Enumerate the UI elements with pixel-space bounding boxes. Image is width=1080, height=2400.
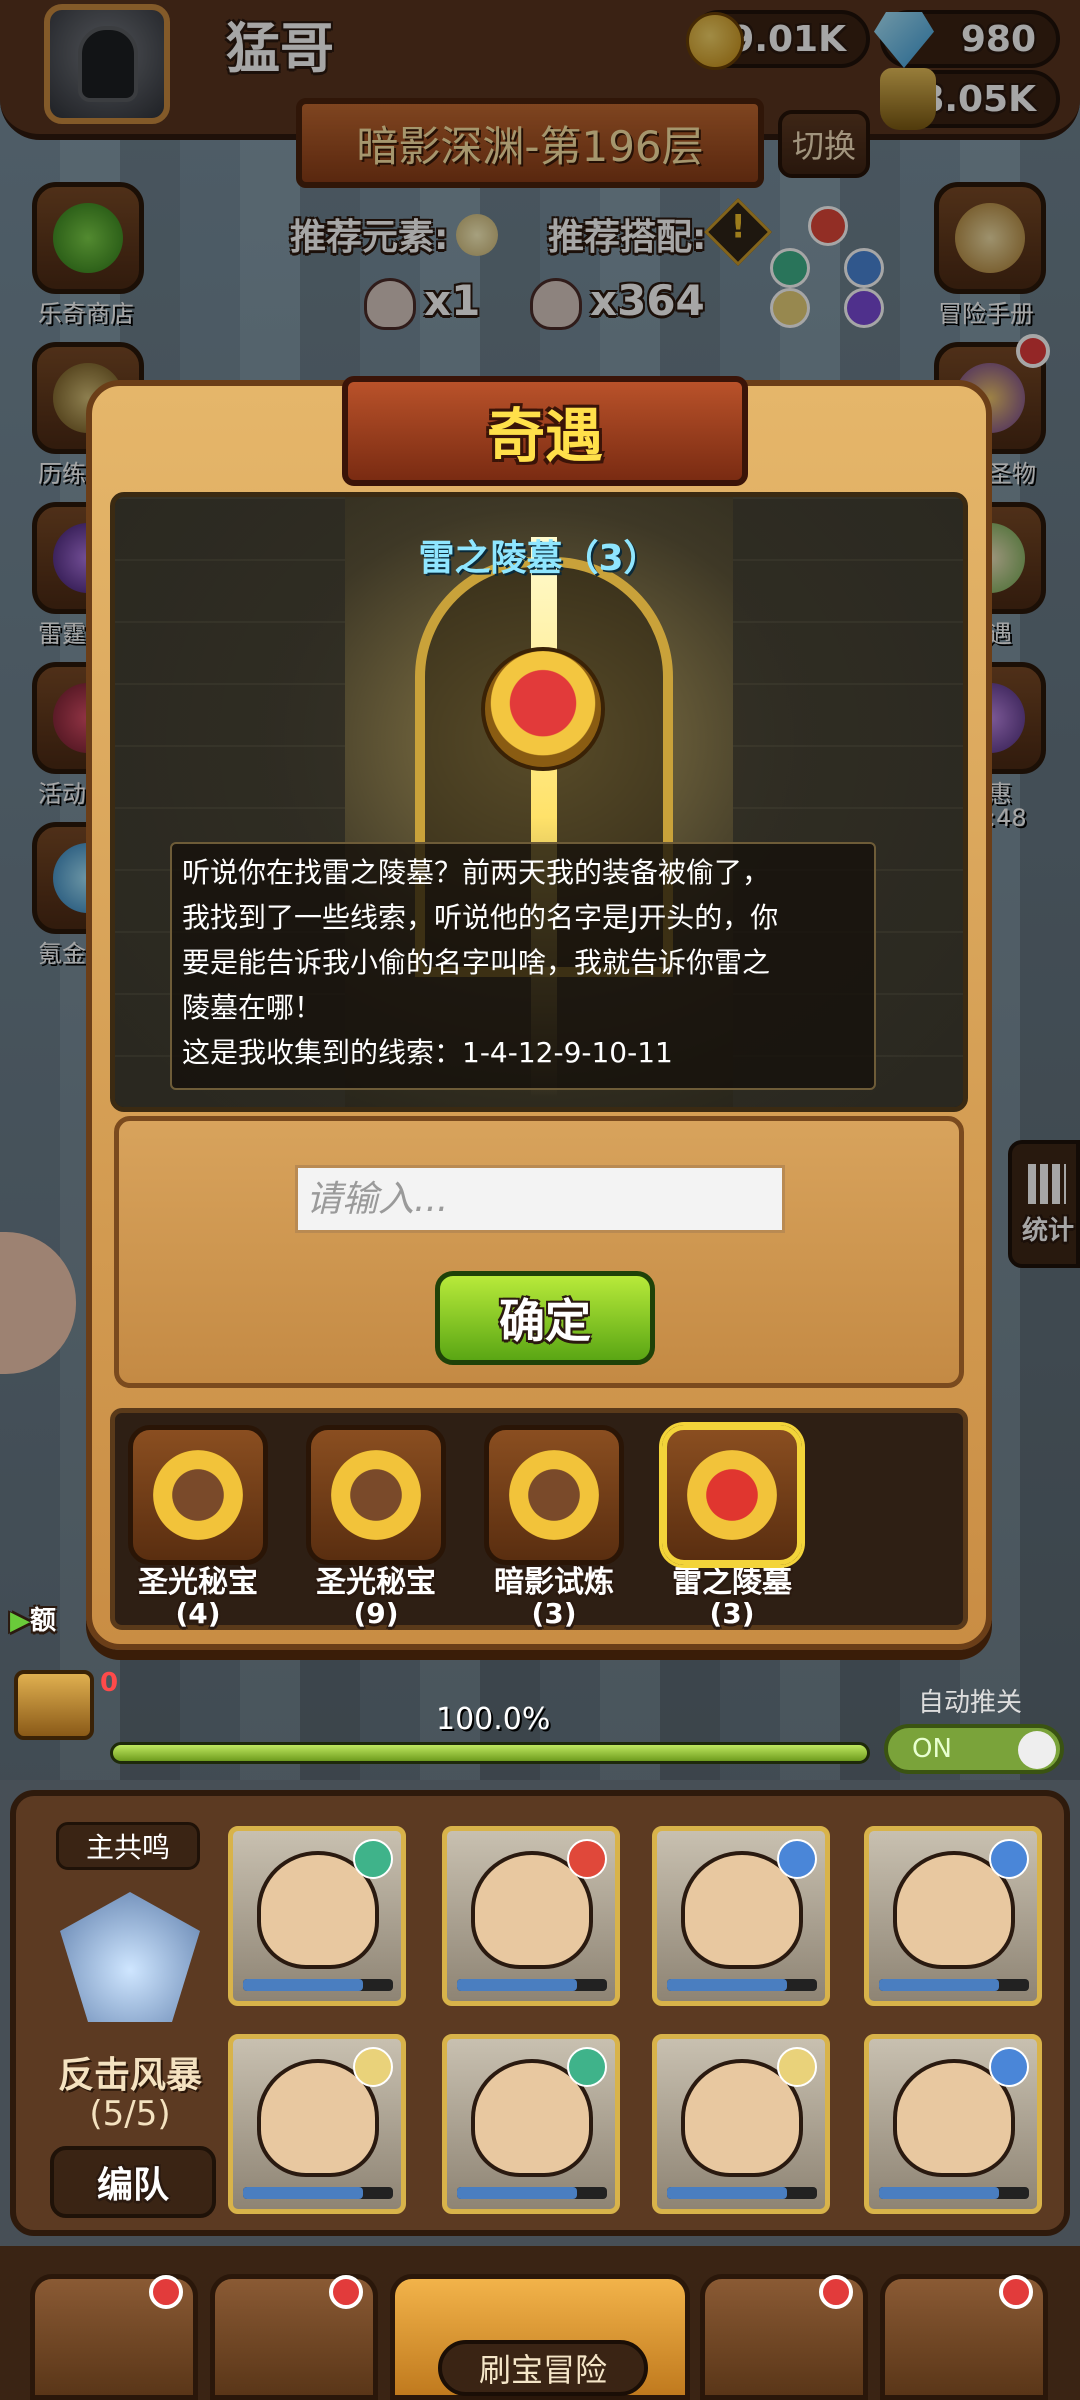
tray-item-thunder-tomb[interactable]: 雷之陵墓 (3) <box>657 1425 807 1629</box>
story-line: 我找到了一些线索，听说他的名字是J开头的，你 <box>182 901 779 934</box>
toggle-state: ON <box>912 1734 952 1764</box>
tray-item-shadow-trial[interactable]: 暗影试炼 (3) <box>479 1425 629 1629</box>
play-arrow-icon: ▶ <box>10 1606 30 1636</box>
element-icon <box>567 2047 607 2087</box>
tray-item-holy-treasure-9[interactable]: 圣光秘宝 (9) <box>301 1425 451 1629</box>
hero-card[interactable] <box>442 2034 620 2214</box>
tray-item-count: (4) <box>175 1597 221 1630</box>
element-icon <box>353 2047 393 2087</box>
confirm-button[interactable]: 确定 <box>435 1271 655 1365</box>
story-text-box: 听说你在找雷之陵墓？前两天我的装备被偷了， 我找到了一些线索，听说他的名字是J开… <box>170 842 876 1090</box>
notification-dot <box>329 2275 363 2309</box>
nav-shop-button[interactable] <box>30 2274 198 2400</box>
hero-card[interactable] <box>228 1826 406 2006</box>
progress-text: 100.0% <box>436 1702 551 1737</box>
hero-card[interactable] <box>228 2034 406 2214</box>
tray-icon <box>128 1425 268 1565</box>
demon-badge-icon <box>687 1450 777 1540</box>
hero-card[interactable] <box>652 2034 830 2214</box>
hero-hp-bar <box>243 1979 393 1991</box>
story-line: 要是能告诉我小偷的名字叫啥，我就告诉你雷之 <box>182 946 771 979</box>
tray-item-count: (3) <box>709 1597 755 1630</box>
hero-card[interactable] <box>864 1826 1042 2006</box>
toggle-knob <box>1018 1731 1056 1769</box>
element-icon <box>353 1839 393 1879</box>
tray-item-name: 雷之陵墓 <box>672 1565 792 1600</box>
edit-team-button[interactable]: 编队 <box>50 2146 216 2218</box>
nav-forge-button[interactable] <box>880 2274 1048 2400</box>
element-icon <box>989 1839 1029 1879</box>
notification-dot <box>999 2275 1033 2309</box>
element-icon <box>777 2047 817 2087</box>
notification-dot <box>819 2275 853 2309</box>
wing-emblem-icon <box>60 1892 200 2022</box>
hero-hp-bar <box>457 2187 607 2199</box>
encounter-tray: 圣光秘宝 (4) 圣光秘宝 (9) 暗影试炼 (3) 雷之陵墓 (3) <box>110 1408 968 1630</box>
story-line: 听说你在找雷之陵墓？前两天我的装备被偷了， <box>182 856 771 889</box>
nav-adventure-label[interactable]: 刷宝冒险 <box>438 2340 648 2396</box>
stage-progress-bar <box>110 1742 870 1764</box>
answer-panel: 确定 <box>114 1116 964 1388</box>
notification-dot <box>149 2275 183 2309</box>
element-icon <box>567 1839 607 1879</box>
modal-title: 奇遇 <box>486 402 603 470</box>
encounter-modal: 奇遇 雷之陵墓（3） 听说你在找雷之陵墓？前两天我的装备被偷了， 我找到了一些线… <box>86 376 992 1650</box>
tray-icon <box>484 1425 624 1565</box>
modal-title-banner: 奇遇 <box>342 376 748 486</box>
resonance-tag: 主共鸣 <box>56 1822 200 1870</box>
hero-hp-bar <box>243 2187 393 2199</box>
scene-title: 雷之陵墓（3） <box>418 538 660 579</box>
hero-hp-bar <box>879 1979 1029 1991</box>
auto-advance-toggle[interactable]: ON <box>884 1724 1064 1774</box>
team-panel: 主共鸣 反击风暴 (5/5) 编队 <box>10 1790 1070 2236</box>
tray-item-holy-treasure-4[interactable]: 圣光秘宝 (4) <box>123 1425 273 1629</box>
tray-icon <box>306 1425 446 1565</box>
tray-item-count: (9) <box>353 1597 399 1630</box>
nav-hero-button[interactable] <box>210 2274 378 2400</box>
element-icon <box>989 2047 1029 2087</box>
tray-item-name: 圣光秘宝 <box>316 1565 436 1600</box>
hero-hp-bar <box>667 1979 817 1991</box>
reward-chest-icon[interactable] <box>14 1670 94 1740</box>
chest-count-badge: 0 <box>100 1668 119 1698</box>
hero-hp-bar <box>667 2187 817 2199</box>
thunder-tomb-badge-icon <box>481 647 605 771</box>
quota-text: 额 <box>30 1606 57 1636</box>
hero-hp-bar <box>879 2187 1029 2199</box>
tray-item-name: 圣光秘宝 <box>138 1565 258 1600</box>
auto-advance-label: 自动推关 <box>918 1688 1023 1718</box>
book-badge-icon <box>153 1450 243 1540</box>
tray-item-count: (3) <box>531 1597 577 1630</box>
story-line: 陵墓在哪！ <box>182 991 323 1024</box>
progress-fill <box>113 1745 867 1761</box>
element-icon <box>777 1839 817 1879</box>
hero-card[interactable] <box>442 1826 620 2006</box>
tray-icon-selected <box>662 1425 802 1565</box>
answer-input[interactable] <box>295 1165 785 1233</box>
quota-label: ▶额 <box>10 1600 56 1637</box>
story-line: 这是我收集到的线索：1-4-12-9-10-11 <box>182 1036 673 1069</box>
nav-bag-button[interactable] <box>700 2274 868 2400</box>
skill-count: (5/5) <box>89 2094 171 2134</box>
hero-hp-bar <box>457 1979 607 1991</box>
skill-name: 反击风暴 <box>57 2055 202 2096</box>
armor-badge-icon <box>331 1450 421 1540</box>
hero-card[interactable] <box>652 1826 830 2006</box>
book-badge-icon <box>509 1450 599 1540</box>
tray-item-name: 暗影试炼 <box>494 1565 614 1600</box>
hero-card[interactable] <box>864 2034 1042 2214</box>
